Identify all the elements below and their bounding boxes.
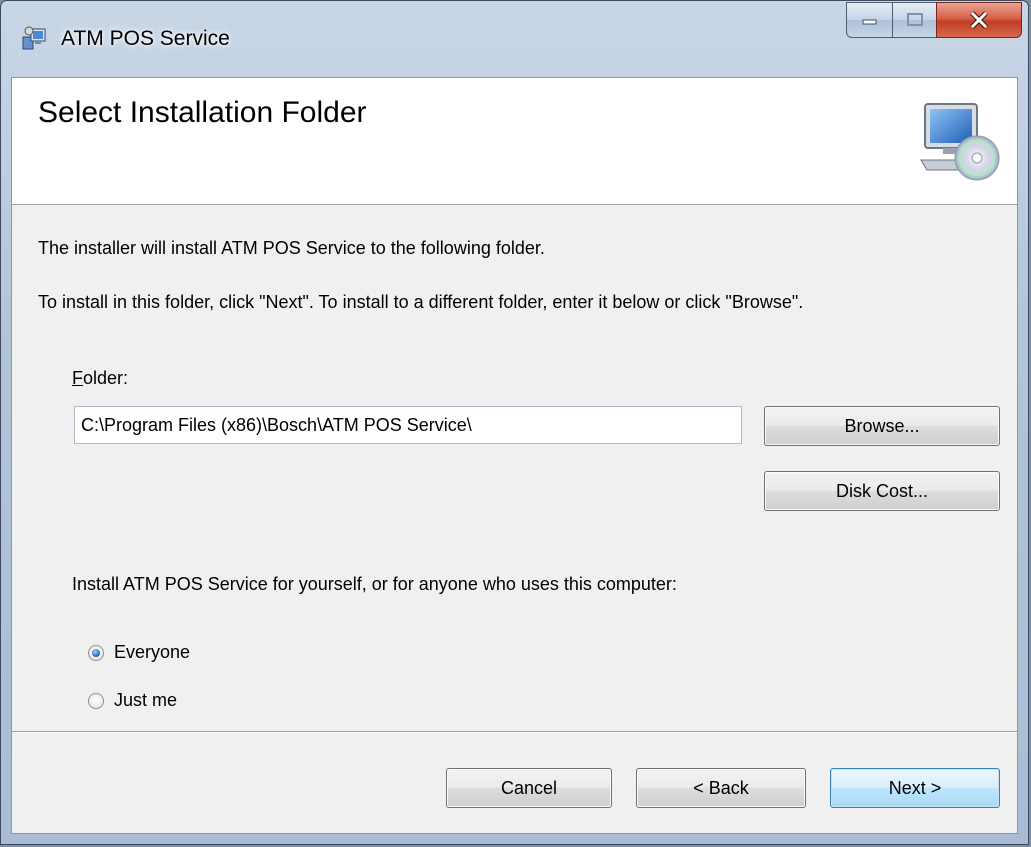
radio-just-me[interactable]: Just me <box>88 690 177 711</box>
close-icon <box>970 11 988 29</box>
folder-label-text: older: <box>83 368 129 388</box>
minimize-icon <box>862 19 876 25</box>
radio-everyone[interactable]: Everyone <box>88 642 190 663</box>
footer-divider <box>12 731 1017 733</box>
installer-window: ATM POS Service Select Installation Fold… <box>0 0 1029 845</box>
next-button[interactable]: Next > <box>830 768 1000 808</box>
folder-path-input[interactable] <box>74 406 742 444</box>
installer-icon <box>22 26 46 50</box>
browse-button[interactable]: Browse... <box>764 406 1000 446</box>
radio-just-me-label: Just me <box>114 690 178 710</box>
cancel-button[interactable]: Cancel <box>446 768 612 808</box>
page-title: Select Installation Folder <box>38 96 367 129</box>
disk-cost-button[interactable]: Disk Cost... <box>764 471 1000 511</box>
maximize-button[interactable] <box>892 2 936 38</box>
folder-label: Folder: <box>72 368 128 389</box>
minimize-button[interactable] <box>846 2 892 38</box>
install-for-prompt: Install ATM POS Service for yourself, or… <box>72 574 677 594</box>
title-bar[interactable]: ATM POS Service <box>1 1 1028 77</box>
instructions-text: To install in this folder, click "Next".… <box>38 292 804 312</box>
maximize-icon <box>906 13 923 26</box>
back-button[interactable]: < Back <box>636 768 806 808</box>
dialog-client-area: Select Installation Folder The installer… <box>11 77 1018 834</box>
dialog-header: Select Installation Folder <box>12 78 1017 205</box>
window-title: ATM POS Service <box>61 27 230 50</box>
computer-cd-icon <box>920 103 1000 181</box>
radio-button-unchecked[interactable] <box>88 692 104 709</box>
close-button[interactable] <box>936 2 1022 38</box>
radio-button-checked[interactable] <box>88 644 104 661</box>
intro-text: The installer will install ATM POS Servi… <box>38 238 545 258</box>
radio-everyone-label: Everyone <box>114 642 191 662</box>
folder-label-mnemonic: F <box>72 368 83 388</box>
